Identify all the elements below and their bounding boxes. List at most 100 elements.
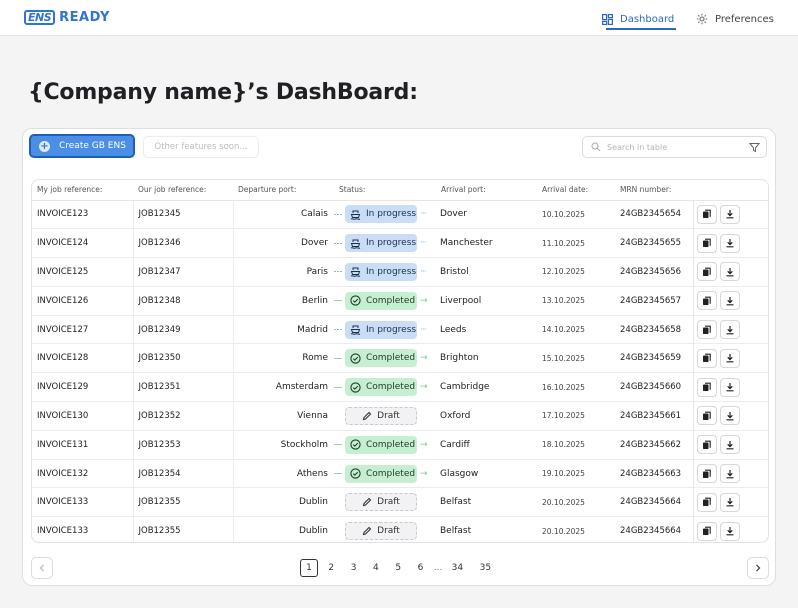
plus-circle-icon: +	[39, 140, 50, 152]
download-button[interactable]	[719, 464, 740, 484]
copy-button[interactable]	[696, 320, 717, 340]
download-button[interactable]	[719, 406, 740, 426]
route-line	[334, 300, 342, 302]
column-header[interactable]: Arrival port:	[436, 180, 537, 201]
copy-button[interactable]	[696, 348, 717, 368]
copy-button[interactable]	[696, 406, 717, 426]
create-gb-ens-button[interactable]: + Create GB ENS	[29, 134, 135, 158]
check-circle-icon	[350, 439, 361, 450]
page-1-button[interactable]: 1	[300, 559, 318, 577]
copy-button[interactable]	[696, 492, 717, 512]
download-icon	[726, 267, 733, 277]
column-header[interactable]: Departure port:	[233, 180, 334, 201]
status-badge[interactable]: Completed	[345, 464, 417, 483]
download-button[interactable]	[719, 262, 740, 282]
status-badge[interactable]: Draft	[345, 493, 417, 512]
table-row[interactable]: INVOICE126 JOB12348 Berlin Completed → Liverp…	[32, 286, 768, 316]
column-header[interactable]: Arrival date:	[537, 180, 615, 201]
table-row[interactable]: INVOICE125 JOB12347 Paris In progress ··· Bri…	[32, 257, 768, 287]
nav-preferences[interactable]: Preferences	[696, 11, 774, 27]
my-job-reference: INVOICE133	[37, 526, 89, 537]
mrn-number: 24GB2345658	[615, 315, 693, 345]
copy-button[interactable]	[696, 204, 717, 224]
status-cell: Draft	[334, 401, 436, 431]
download-button[interactable]	[719, 204, 740, 224]
status-badge[interactable]: In progress	[345, 205, 417, 224]
departure-port: Calais	[232, 200, 334, 230]
my-job-reference: INVOICE129	[32, 372, 133, 403]
my-job-reference: INVOICE127	[32, 315, 133, 345]
status-badge[interactable]: In progress	[345, 262, 417, 281]
status-badge[interactable]: Completed	[345, 291, 417, 310]
table-row[interactable]: INVOICE123 JOB12345 Calais In progress ··· Do…	[32, 200, 768, 230]
status-badge[interactable]: Completed	[345, 349, 417, 368]
table-row[interactable]: INVOICE131 JOB12353 Stockholm Completed → Car…	[32, 430, 768, 460]
nav-dashboard[interactable]: Dashboard	[602, 11, 677, 30]
download-button[interactable]	[719, 377, 740, 397]
our-job-reference: JOB12349	[132, 315, 233, 345]
copy-button[interactable]	[696, 233, 717, 253]
status-badge[interactable]: Completed	[345, 435, 417, 454]
download-button[interactable]	[719, 233, 740, 253]
check-circle-icon	[350, 295, 361, 306]
pagination-ellipsis: ...	[433, 563, 443, 573]
ship-icon	[350, 267, 361, 278]
copy-button[interactable]	[696, 262, 717, 282]
our-job-reference: JOB12345	[132, 200, 233, 230]
status-badge[interactable]: Completed	[345, 378, 417, 397]
status-badge[interactable]: Draft	[345, 522, 417, 541]
copy-icon	[702, 469, 711, 478]
table-row[interactable]: INVOICE129 JOB12351 Amsterdam Completed → Cam…	[32, 372, 768, 403]
next-page-button[interactable]	[747, 557, 769, 579]
status-badge[interactable]: In progress	[345, 320, 417, 339]
copy-icon	[702, 238, 711, 248]
table-row[interactable]: INVOICE133 JOB12355 Dublin Draft Belfast 20.1…	[32, 487, 768, 518]
table-row[interactable]: INVOICE130 JOB12352 Vienna Draft Oxford 17.10…	[32, 401, 768, 431]
table-row[interactable]: INVOICE133 JOB12355 Dublin Draft Belfast 20.1…	[32, 516, 768, 542]
copy-button[interactable]	[696, 377, 717, 397]
page-5-button[interactable]: 5	[389, 559, 407, 577]
download-button[interactable]	[719, 492, 740, 512]
status-badge[interactable]: In progress	[345, 234, 417, 253]
page-34-button[interactable]: 34	[445, 559, 469, 577]
route-line	[334, 357, 342, 359]
copy-icon	[702, 354, 711, 363]
page-6-button[interactable]: 6	[411, 559, 429, 577]
filter-icon[interactable]	[749, 142, 760, 153]
column-header[interactable]: Status:	[334, 180, 436, 201]
copy-button[interactable]	[696, 464, 717, 484]
copy-button[interactable]	[696, 435, 717, 455]
download-button[interactable]	[719, 291, 740, 311]
previous-page-button[interactable]	[31, 557, 53, 579]
our-job-reference: JOB12350	[132, 343, 233, 374]
route-line	[334, 271, 342, 273]
copy-button[interactable]	[696, 291, 717, 311]
logo-mark: ENS	[24, 9, 56, 25]
my-job-reference: INVOICE123	[32, 200, 133, 230]
page-3-button[interactable]: 3	[345, 559, 363, 577]
page-2-button[interactable]: 2	[322, 559, 340, 577]
column-header[interactable]: My job reference:	[32, 180, 133, 201]
table-row[interactable]: INVOICE127 JOB12349 Madrid In progress ··· Le…	[32, 315, 768, 345]
column-header[interactable]: Our job reference:	[133, 180, 233, 201]
download-button[interactable]	[719, 348, 740, 368]
logo[interactable]: ENS READY	[24, 9, 110, 25]
table-row[interactable]: INVOICE128 JOB12350 Rome Completed → Brighton…	[32, 343, 768, 374]
page-35-button[interactable]: 35	[473, 559, 497, 577]
status-badge[interactable]: Draft	[345, 406, 417, 425]
status-cell: Completed →	[334, 459, 436, 489]
download-button[interactable]	[719, 320, 740, 340]
column-header[interactable]: MRN number:	[615, 180, 693, 201]
arrival-date: 11.10.2025	[537, 228, 615, 259]
pagination: 1 2 3 4 5 6... 34 35	[31, 557, 769, 579]
page-4-button[interactable]: 4	[367, 559, 385, 577]
table-row[interactable]: INVOICE124 JOB12346 Dover In progress ··· Man…	[32, 228, 768, 259]
my-job-reference: INVOICE128	[32, 343, 133, 374]
download-button[interactable]	[719, 435, 740, 455]
table-row[interactable]: INVOICE132 JOB12354 Athens Completed → Glasgo…	[32, 459, 768, 489]
download-button[interactable]	[719, 521, 740, 541]
copy-button[interactable]	[696, 521, 717, 541]
search-input[interactable]	[607, 142, 747, 152]
pencil-icon	[362, 498, 372, 507]
other-features-button[interactable]: Other features soon...	[143, 136, 259, 158]
